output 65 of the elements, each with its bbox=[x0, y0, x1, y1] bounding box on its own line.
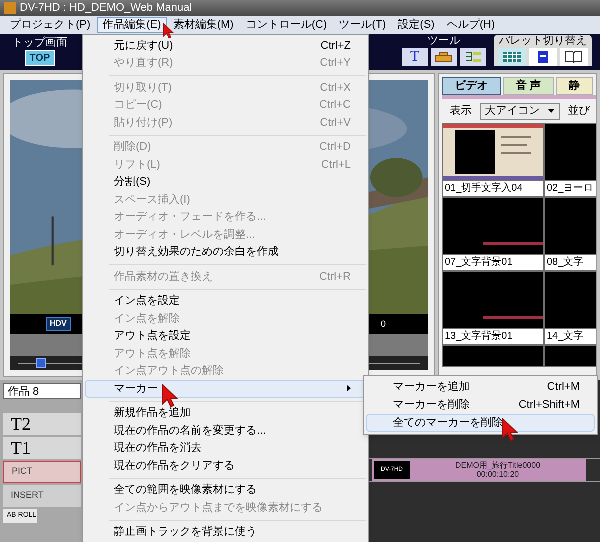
menu-option[interactable]: 元に戻す(U) Ctrl+Z bbox=[85, 37, 366, 54]
tree-icon bbox=[464, 51, 482, 63]
top-button[interactable]: TOP bbox=[24, 50, 56, 66]
view-label: 表示 bbox=[450, 104, 472, 119]
menu-option[interactable]: 新規作品を追加 bbox=[85, 404, 366, 422]
card-view-button[interactable] bbox=[529, 48, 557, 66]
track-label: INSERT bbox=[3, 485, 81, 507]
card-icon bbox=[537, 50, 549, 64]
toolbar-label: パレット切り替え bbox=[499, 35, 587, 48]
palette-tab[interactable]: ビデオ bbox=[442, 77, 501, 95]
palette-tab[interactable]: 音 声 bbox=[503, 77, 554, 95]
cursor-icon bbox=[162, 384, 178, 408]
menu-item[interactable]: ヘルプ(H) bbox=[440, 17, 502, 33]
track-label: T2 bbox=[3, 413, 81, 435]
project-field[interactable]: 作品 8 bbox=[3, 383, 81, 399]
thumbnail-label[interactable]: 14_文字 bbox=[545, 329, 596, 344]
track-label: T1 bbox=[3, 437, 81, 459]
seek-handle[interactable] bbox=[36, 358, 46, 368]
menu-option[interactable]: 分割(S) bbox=[85, 174, 366, 191]
window-title: DV-7HD : HD_DEMO_Web Manual bbox=[20, 0, 192, 16]
menu-option[interactable]: 現在の作品をクリアする bbox=[85, 457, 366, 474]
menu-option[interactable]: 現在の作品の名前を変更する... bbox=[85, 422, 366, 440]
menu-item[interactable]: 作品編集(E) bbox=[96, 17, 168, 33]
toolbox-icon bbox=[435, 51, 453, 63]
clip-title: DEMO用_旅行Title0000 bbox=[455, 461, 541, 470]
grid-view-button[interactable] bbox=[498, 48, 526, 66]
format-badge: HDV bbox=[46, 317, 71, 332]
menu-option[interactable]: マーカーを削除 Ctrl+Shift+M bbox=[366, 396, 595, 414]
tree-tool-button[interactable] bbox=[460, 48, 486, 66]
menu-option[interactable]: 現在の作品を消去 bbox=[85, 440, 366, 457]
grid-icon bbox=[502, 51, 522, 63]
sort-label: 並び bbox=[568, 104, 590, 119]
book-icon bbox=[565, 51, 583, 63]
menu-option[interactable]: イン点を設定 bbox=[85, 292, 366, 310]
menu-option[interactable]: 切り替え効果のための余白を作成 bbox=[85, 244, 366, 261]
menu-item[interactable]: 設定(S) bbox=[392, 17, 441, 33]
clip-timecode: 00:00:10:20 bbox=[476, 470, 520, 479]
thumbnail-label[interactable]: 02_ヨーロ bbox=[545, 181, 596, 196]
counter-text: 0 bbox=[380, 318, 386, 331]
menu-option[interactable]: 全てのマーカーを削除 bbox=[366, 414, 595, 432]
menu-item[interactable]: コントロール(C) bbox=[240, 17, 334, 33]
dropdown-arrow-icon bbox=[548, 109, 555, 113]
view-select[interactable]: 大アイコン bbox=[480, 102, 560, 120]
menu-option[interactable]: マーカーを追加 Ctrl+M bbox=[366, 378, 595, 396]
menu-option[interactable]: 全ての範囲を映像素材にする bbox=[85, 482, 366, 499]
menu-option[interactable]: アウト点を設定 bbox=[85, 328, 366, 345]
menu-item[interactable]: ツール(T) bbox=[333, 17, 392, 33]
menu-item[interactable]: プロジェクト(P) bbox=[4, 17, 97, 33]
track-label: PICT bbox=[3, 461, 81, 483]
thumbnail-label[interactable]: 07_文字背景01 bbox=[443, 255, 543, 270]
menu-option[interactable]: マーカー bbox=[85, 380, 366, 398]
book-view-button[interactable] bbox=[560, 48, 588, 66]
cursor-icon bbox=[502, 418, 518, 442]
thumbnail-label[interactable]: 13_文字背景01 bbox=[443, 329, 543, 344]
toolbox-button[interactable] bbox=[431, 48, 457, 66]
app-icon bbox=[4, 2, 16, 14]
toolbar-label: トップ画面 bbox=[12, 37, 68, 50]
submenu-arrow-icon bbox=[347, 385, 351, 392]
toolbar-label: ツール bbox=[428, 35, 460, 48]
palette-tab[interactable]: 静 bbox=[556, 77, 594, 95]
thumbnail-label[interactable]: 08_文字 bbox=[545, 255, 596, 270]
menu-option[interactable]: 静止画トラックを背景に使う bbox=[85, 524, 366, 541]
cursor-icon bbox=[163, 23, 174, 39]
text-tool-button[interactable]: T bbox=[402, 48, 428, 66]
thumbnail-label[interactable]: 01_切手文字入04 bbox=[443, 181, 543, 196]
